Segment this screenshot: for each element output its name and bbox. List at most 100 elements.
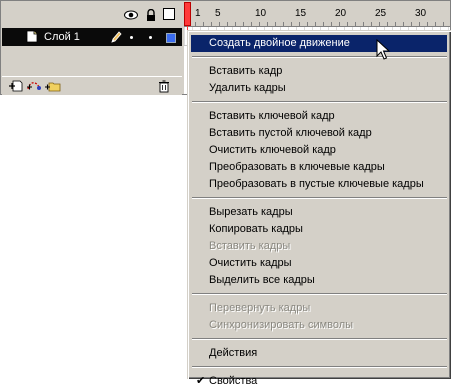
add-layer-icon[interactable] <box>8 79 24 93</box>
ruler-tick <box>259 22 260 26</box>
ruler-tick <box>403 22 404 26</box>
ruler-tick-label: 20 <box>335 8 347 19</box>
playhead[interactable] <box>184 2 191 26</box>
ruler-tick <box>219 22 220 26</box>
menu-item-label: Копировать кадры <box>209 223 303 235</box>
menu-item: Перевернуть кадры <box>191 300 447 317</box>
menu-item: Вставить кадры <box>191 238 447 255</box>
layer-name[interactable]: Слой 1 <box>44 31 80 43</box>
ruler-tick <box>227 22 228 26</box>
layers-column: Слой 1 <box>2 2 182 95</box>
ruler-tick <box>371 22 372 26</box>
menu-separator <box>192 366 447 368</box>
ruler-tick <box>267 22 268 26</box>
menu-item-label: Преобразовать в пустые ключевые кадры <box>209 178 424 190</box>
layer-row[interactable]: Слой 1 <box>2 28 182 46</box>
menu-item[interactable]: Создать двойное движение <box>191 35 447 52</box>
lock-toggle[interactable] <box>149 36 152 39</box>
menu-item-label: Действия <box>209 347 258 359</box>
menu-separator <box>192 197 447 199</box>
menu-item[interactable]: Вставить ключевой кадр <box>191 108 447 125</box>
ruler-tick <box>387 22 388 26</box>
menu-item-label: Вырезать кадры <box>209 206 293 218</box>
menu-item-label: Вставить кадры <box>209 240 291 252</box>
context-menu: Создать двойное движение Вставить кадр Уда… <box>187 30 451 387</box>
outline-swatch[interactable] <box>166 33 176 43</box>
menu-item[interactable]: Вставить кадр <box>191 63 447 80</box>
ruler-tick <box>195 22 196 26</box>
ruler-tick <box>235 22 236 26</box>
menu-item-label: Преобразовать в ключевые кадры <box>209 161 385 173</box>
ruler-tick <box>323 22 324 26</box>
ruler-tick <box>347 22 348 26</box>
visibility-toggle[interactable] <box>130 36 133 39</box>
ruler-tick <box>443 22 444 26</box>
menu-item[interactable]: Действия <box>191 345 447 362</box>
menu-item-label: Выделить все кадры <box>209 274 315 286</box>
menu-item-label: Синхронизировать символы <box>209 319 354 331</box>
ruler-tick-label: 25 <box>375 8 387 19</box>
menu-item-label: Удалить кадры <box>209 82 286 94</box>
insert-folder-icon[interactable] <box>44 79 62 93</box>
ruler-tick <box>435 22 436 26</box>
menu-item[interactable]: Вырезать кадры <box>191 204 447 221</box>
ruler-tick <box>203 22 204 26</box>
menu-item[interactable]: Выделить все кадры <box>191 272 447 289</box>
menu-item[interactable]: Удалить кадры <box>191 80 447 97</box>
menu-item[interactable]: Преобразовать в ключевые кадры <box>191 159 447 176</box>
menu-item[interactable]: ✔ Свойства <box>191 373 447 390</box>
ruler-tick <box>315 22 316 26</box>
ruler-tick-label: 5 <box>215 8 221 19</box>
ruler-tick <box>379 22 380 26</box>
ruler-tick <box>339 22 340 26</box>
menu-item[interactable]: Очистить ключевой кадр <box>191 142 447 159</box>
ruler-tick-label: 30 <box>415 8 427 19</box>
checkmark-icon: ✔ <box>196 375 206 387</box>
ruler-tick <box>275 22 276 26</box>
ruler-tick <box>419 22 420 26</box>
menu-separator <box>192 293 447 295</box>
trash-icon[interactable] <box>157 79 171 93</box>
ruler-tick <box>395 22 396 26</box>
menu-separator <box>192 338 447 340</box>
layers-header <box>2 2 182 28</box>
ruler-tick <box>363 22 364 26</box>
menu-item-label: Очистить кадры <box>209 257 292 269</box>
ruler-tick <box>251 22 252 26</box>
ruler-tick <box>211 22 212 26</box>
menu-item[interactable]: Вставить пустой ключевой кадр <box>191 125 447 142</box>
outline-icon[interactable] <box>163 8 175 20</box>
menu-separator <box>192 101 447 103</box>
ruler-tick <box>283 22 284 26</box>
menu-item-label: Перевернуть кадры <box>209 302 311 314</box>
menu-separator <box>192 56 447 58</box>
pencil-icon <box>111 31 122 43</box>
ruler-tick <box>291 22 292 26</box>
ruler-tick <box>331 22 332 26</box>
ruler-tick <box>307 22 308 26</box>
frame-ruler[interactable]: 1 5 10 15 20 25 30 <box>184 2 450 27</box>
ruler-tick <box>299 22 300 26</box>
menu-item[interactable]: Очистить кадры <box>191 255 447 272</box>
layer-page-icon <box>26 30 38 43</box>
add-guide-layer-icon[interactable] <box>26 79 42 93</box>
ruler-tick <box>243 22 244 26</box>
layers-empty-area <box>2 46 182 76</box>
menu-item-label: Вставить кадр <box>209 65 283 77</box>
menu-item[interactable]: Копировать кадры <box>191 221 447 238</box>
ruler-tick <box>355 22 356 26</box>
lock-icon[interactable] <box>144 9 158 21</box>
menu-item: Синхронизировать символы <box>191 317 447 334</box>
arrow-cursor-icon <box>376 39 391 60</box>
menu-item-label: Очистить ключевой кадр <box>209 144 336 156</box>
ruler-tick <box>427 22 428 26</box>
ruler-tick-label: 15 <box>295 8 307 19</box>
menu-item-label: Создать двойное движение <box>209 37 350 49</box>
ruler-tick-label: 1 <box>195 8 201 19</box>
eye-icon[interactable] <box>124 9 138 21</box>
menu-item[interactable]: Преобразовать в пустые ключевые кадры <box>191 176 447 193</box>
menu-item-label: Вставить пустой ключевой кадр <box>209 127 372 139</box>
layers-footer <box>2 76 182 95</box>
ruler-tick-label: 10 <box>255 8 267 19</box>
ruler-tick <box>411 22 412 26</box>
